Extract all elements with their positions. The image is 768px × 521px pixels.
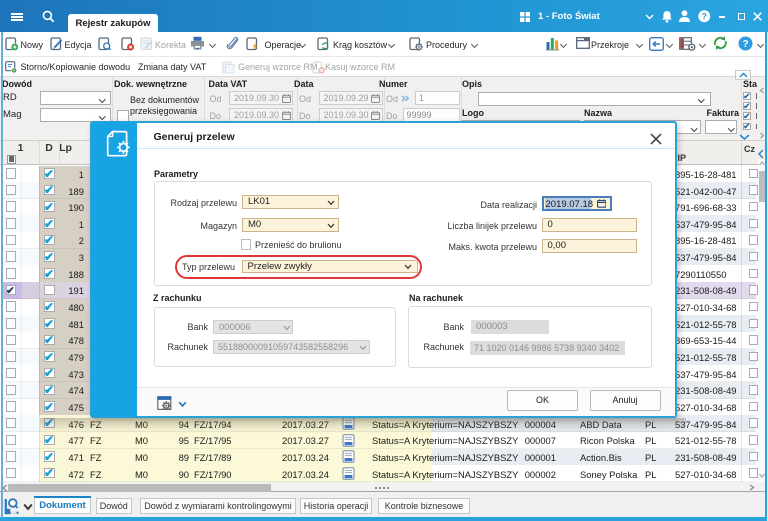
- svg-text:?: ?: [702, 11, 707, 21]
- svg-text:?: ?: [742, 39, 748, 50]
